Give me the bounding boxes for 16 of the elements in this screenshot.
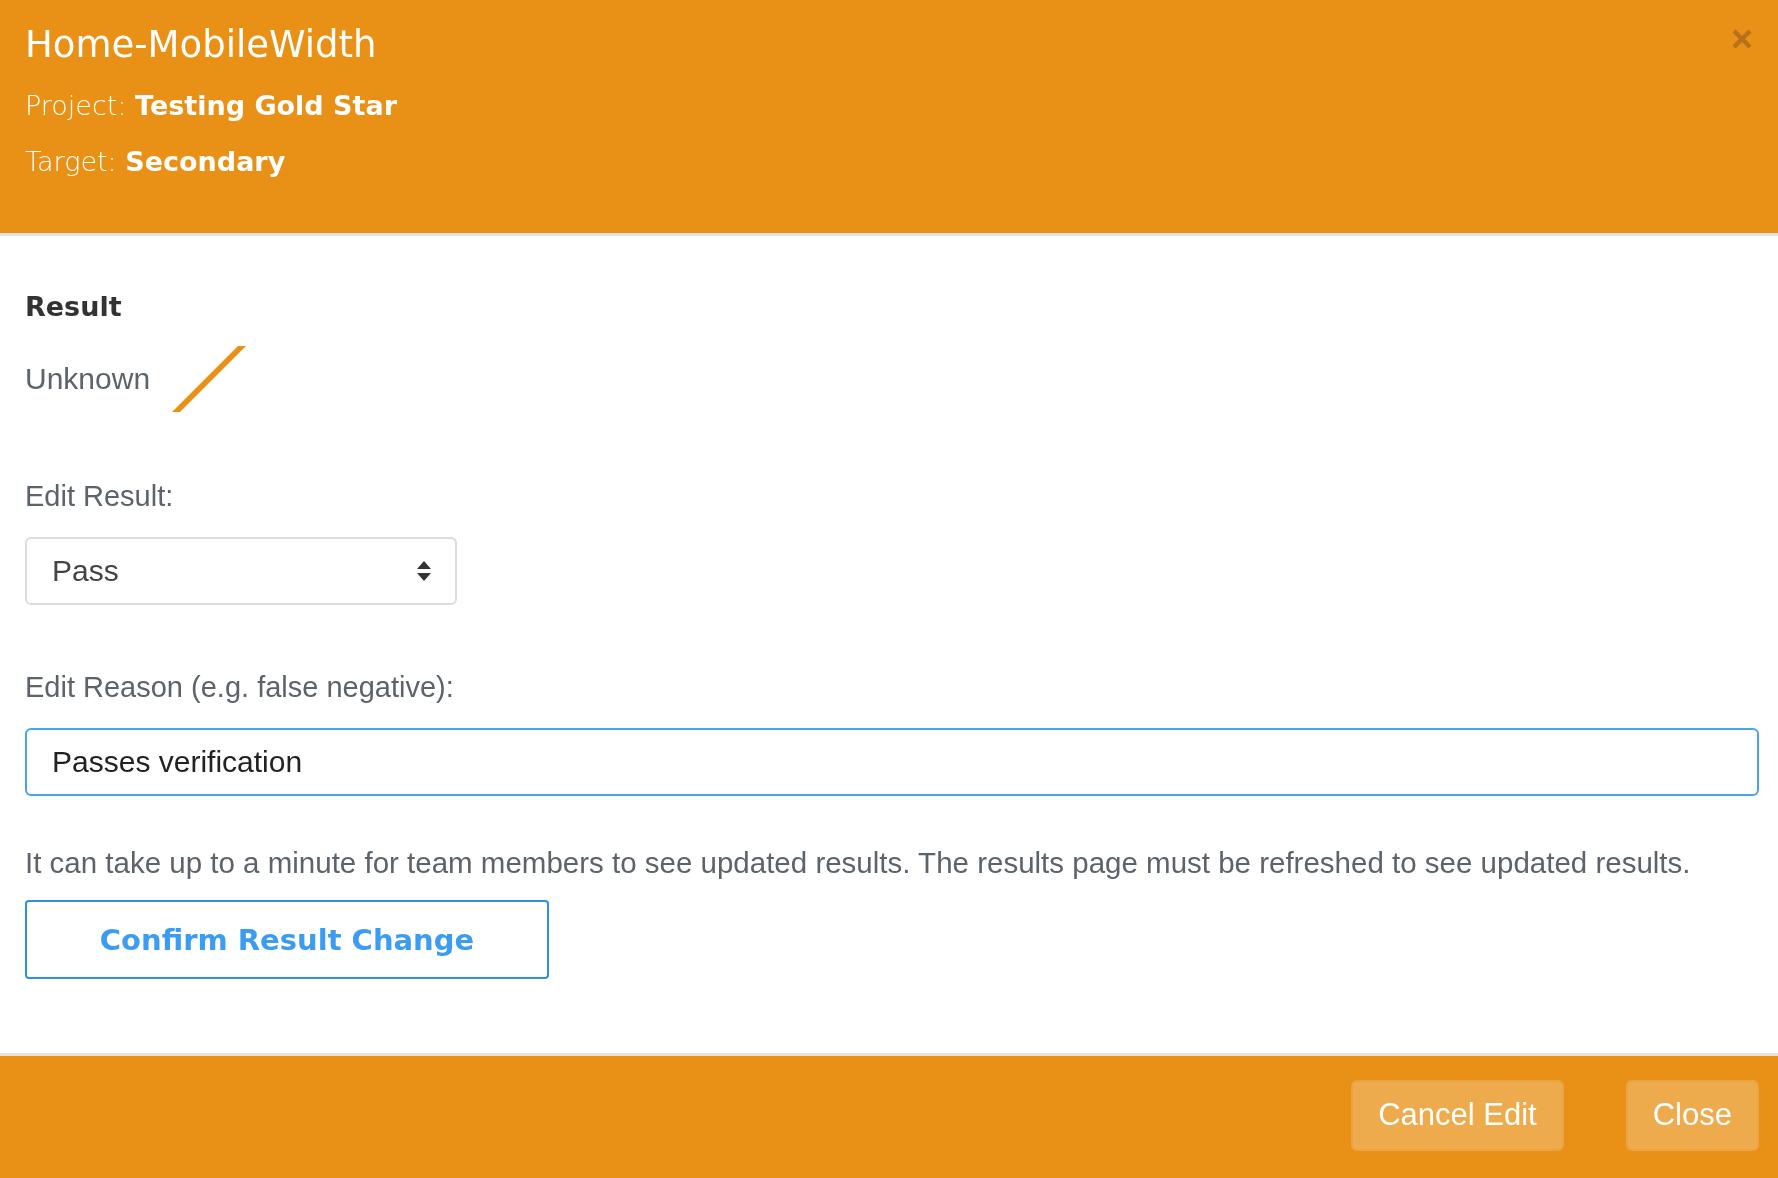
close-icon[interactable] [1731,28,1753,50]
info-text: It can take up to a minute for team members to see updated results. The results page must be refreshed to see updated results. [25,846,1691,880]
footer-button[interactable]: Close [1625,1079,1759,1151]
result-select[interactable]: Pass [25,537,457,605]
result-status: Unknown [25,362,151,396]
footer-button[interactable]: Cancel Edit [1351,1079,1564,1151]
result-heading: Result [25,291,122,322]
field-label: Edit Reason (e.g. false negative): [25,671,454,704]
modal-title: Home-MobileWidth [25,22,378,68]
field-label: Edit Result: [25,480,174,513]
reason-input[interactable]: Passes verification [25,728,1759,796]
sort-caret-icon [417,561,431,581]
target-line: Target: Secondary [25,145,287,179]
slash-icon [172,346,247,412]
confirm-button[interactable]: Confirm Result Change [25,900,549,979]
project-line: Project: Testing Gold Star [25,89,397,123]
